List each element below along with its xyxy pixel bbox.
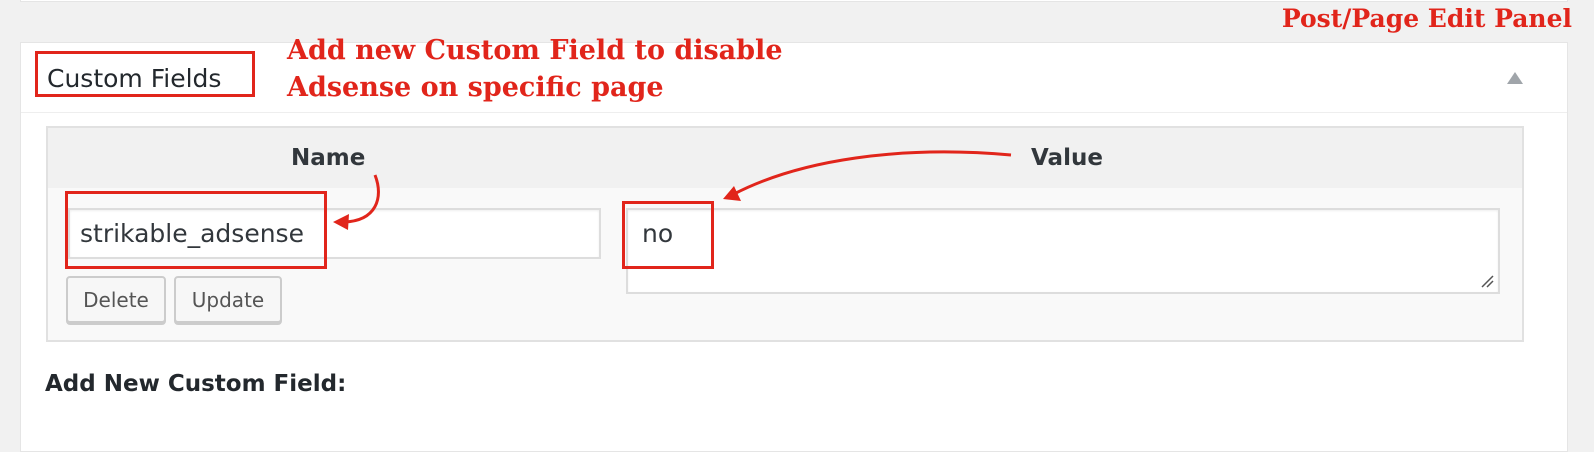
delete-button[interactable]: Delete	[66, 276, 166, 323]
update-button[interactable]: Update	[174, 276, 282, 323]
annotation-note: Add new Custom Field to disable Adsense …	[287, 32, 783, 106]
add-new-custom-field-heading: Add New Custom Field:	[45, 371, 347, 397]
annotation-note-line-2: Adsense on specific page	[287, 72, 664, 103]
custom-fields-table: Name Value no Delete Update	[46, 126, 1524, 342]
meta-key-input[interactable]	[68, 208, 601, 259]
value-column-header: Value	[1031, 145, 1103, 171]
previous-panel-edge	[20, 0, 1568, 2]
panel-caption: Post/Page Edit Panel	[1281, 4, 1572, 33]
name-column-header: Name	[291, 145, 366, 171]
meta-value-textarea[interactable]: no	[626, 208, 1500, 294]
metabox-header[interactable]: Custom Fields	[21, 43, 1567, 113]
annotation-note-line-1: Add new Custom Field to disable	[287, 35, 783, 66]
triangle-up-icon[interactable]	[1507, 72, 1523, 84]
table-header: Name Value	[48, 128, 1522, 188]
metabox-title: Custom Fields	[47, 64, 222, 93]
